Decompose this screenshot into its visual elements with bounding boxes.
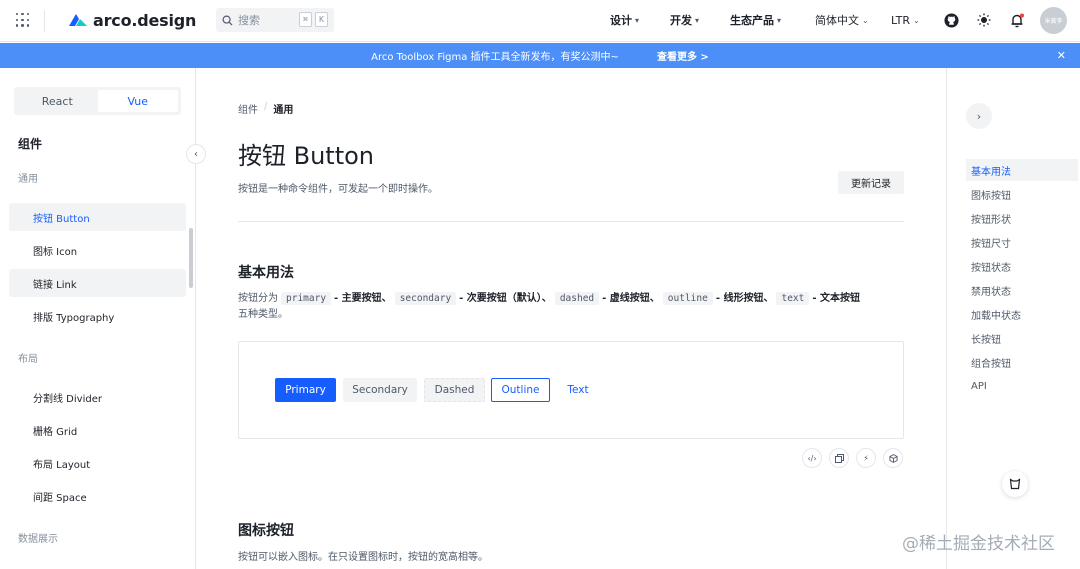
language-select[interactable]: 简体中文 ⌄ [815,12,869,28]
search-icon [222,15,233,26]
code-icon[interactable]: ‹/› [802,448,822,468]
segment-vue[interactable]: Vue [97,90,178,112]
breadcrumb-separator: / [264,101,268,112]
toc-item-loading[interactable]: 加载中状态 [966,303,1078,325]
arco-logo-icon [69,14,87,26]
demo-outline-button[interactable]: Outline [491,378,550,402]
para-text: - 线形按钮、 [715,293,774,304]
segment-react[interactable]: React [17,90,98,112]
para-text: - 主要按钮、 [334,293,392,304]
feedback-icon[interactable] [1002,471,1028,497]
shortcut-key-k: K [315,12,328,27]
announcement-banner: Arco Toolbox Figma 插件工具全新发布，有奖公测中~ 查看更多 … [0,43,1080,68]
sidebar-item-link[interactable]: 链接 Link [9,269,186,297]
section-description-icon-button: 按钮可以嵌入图标。在只设置图标时，按钮的宽高相等。 [238,552,488,563]
codesandbox-icon[interactable] [883,448,903,468]
chevron-down-icon: ⌄ [862,15,869,25]
sidebar-item-icon[interactable]: 图标 Icon [9,236,186,264]
language-label: 简体中文 [815,14,859,27]
chevron-left-icon[interactable]: ‹ [186,144,206,164]
sidebar-item-button[interactable]: 按钮 Button [9,203,186,231]
section-heading-icon-button: 图标按钮 [238,523,294,539]
chevron-down-icon: ▾ [777,15,782,25]
close-icon[interactable]: ✕ [1057,49,1066,62]
para-text: 按钮分为 [238,293,278,304]
theme-sun-icon[interactable] [975,11,993,29]
watermark: @稀土掘金技术社区 [902,534,1055,554]
breadcrumb-item-general: 通用 [273,105,294,116]
banner-link[interactable]: 查看更多 > [657,48,709,63]
copy-icon[interactable] [829,448,849,468]
nav-ecosystem[interactable]: 生态产品 ▾ [730,12,781,28]
chevron-right-icon[interactable]: › [966,103,992,129]
search-box[interactable]: 搜索 ⌘ K [216,8,334,32]
sidebar-item-divider[interactable]: 分割线 Divider [9,383,186,411]
divider [238,221,904,222]
toc-item-long[interactable]: 长按钮 [966,327,1078,349]
toc-item-size[interactable]: 按钮尺寸 [966,231,1078,253]
sidebar-item-grid[interactable]: 栅格 Grid [9,416,186,444]
section-description-basic: 按钮分为 primary - 主要按钮、 secondary - 次要按钮（默认）、 da… [238,291,908,323]
demo-dashed-button[interactable]: Dashed [424,378,485,402]
direction-label: LTR [891,13,910,27]
section-heading-basic: 基本用法 [238,265,294,281]
search-placeholder: 搜索 [238,14,260,27]
logo-text: arco.design [93,10,197,30]
top-header: arco.design 搜索 ⌘ K 设计 ▾ 开发 ▾ 生态产品 ▾ 简体中文 ⌄ L… [0,0,1080,42]
chevron-down-icon: ▾ [635,15,640,25]
para-text: - 文本按钮 [812,293,860,304]
sidebar-group-layout: 布局 [18,354,38,365]
toc-item-group[interactable]: 组合按钮 [966,351,1078,373]
toc-item-icon-button[interactable]: 图标按钮 [966,183,1078,205]
breadcrumb-item-components[interactable]: 组件 [238,101,258,116]
sidebar-item-typography[interactable]: 排版 Typography [9,302,186,330]
sidebar: React Vue 组件 通用 按钮 Button 图标 Icon 链接 Lin… [0,68,196,569]
code-outline: outline [662,292,713,305]
shortcut-key-cmd: ⌘ [299,12,312,27]
toc-item-basic[interactable]: 基本用法 [966,159,1078,181]
sidebar-scrollbar[interactable] [189,228,193,288]
logo[interactable]: arco.design [68,9,196,31]
notification-bell-icon[interactable] [1008,11,1026,29]
chevron-down-icon: ⌄ [912,15,920,25]
toc-item-status[interactable]: 按钮状态 [966,255,1078,277]
sidebar-title: 组件 [18,137,43,151]
codepen-icon[interactable]: ⚡ [856,448,876,468]
code-dashed: dashed [554,292,600,305]
nav-develop-label: 开发 [670,14,692,27]
page-description: 按钮是一种命令组件，可发起一个即时操作。 [238,184,438,195]
para-text: - 次要按钮（默认）、 [459,293,552,304]
toc-divider [946,68,947,569]
para-text: - 虚线按钮、 [602,293,660,304]
header-divider [44,10,45,32]
nav-design-label: 设计 [610,14,632,27]
code-text: text [776,292,810,305]
breadcrumb: 组件 / 通用 [238,101,293,116]
sidebar-item-space[interactable]: 间距 Space [9,482,186,510]
para-text: 五种类型。 [238,309,288,320]
banner-text: Arco Toolbox Figma 插件工具全新发布，有奖公测中~ [371,52,619,63]
sidebar-group-general: 通用 [18,174,38,185]
app-grid-icon[interactable] [16,13,30,27]
demo-primary-button[interactable]: Primary [275,378,336,402]
nav-design[interactable]: 设计 ▾ [610,12,639,28]
page-title: 按钮 Button [238,142,375,170]
sidebar-item-layout[interactable]: 布局 Layout [9,449,186,477]
avatar[interactable]: 米黄李 [1040,7,1067,34]
code-secondary: secondary [394,292,457,305]
github-icon[interactable] [942,11,960,29]
toc-item-api[interactable]: API [966,375,1078,397]
demo-secondary-button[interactable]: Secondary [343,378,417,402]
nav-develop[interactable]: 开发 ▾ [670,12,699,28]
chevron-down-icon: ▾ [695,15,700,25]
toc-item-disabled[interactable]: 禁用状态 [966,279,1078,301]
direction-select[interactable]: LTR ⌄ [891,12,920,28]
changelog-button[interactable]: 更新记录 [838,171,904,194]
sidebar-group-data-display: 数据展示 [18,534,58,545]
nav-ecosystem-label: 生态产品 [730,14,774,27]
framework-switch: React Vue [14,87,181,115]
demo-text-button[interactable]: Text [559,378,597,402]
toc-item-shape[interactable]: 按钮形状 [966,207,1078,229]
code-primary: primary [281,292,332,305]
